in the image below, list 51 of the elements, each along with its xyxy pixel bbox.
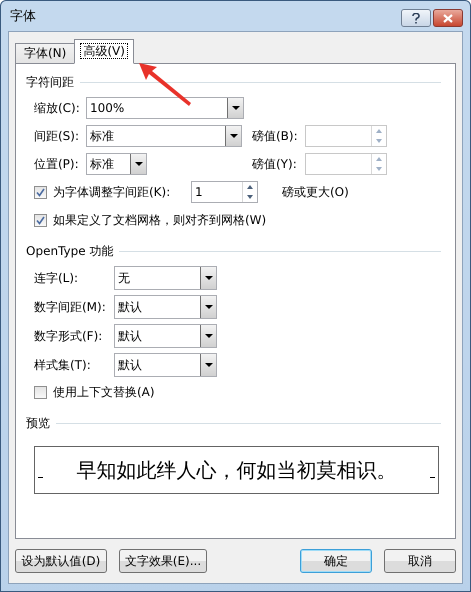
- dropdown[interactable]: 默认: [114, 353, 217, 377]
- section-title: OpenType 功能: [26, 243, 114, 260]
- dropdown-arrow-icon: [204, 305, 212, 309]
- dropdown[interactable]: 默认: [114, 324, 217, 348]
- arrow-drawing: [137, 61, 193, 107]
- dropdown-arrow-icon: [134, 162, 142, 166]
- checkbox[interactable]: [34, 186, 47, 198]
- dropdown[interactable]: 标准: [86, 153, 147, 175]
- section-title: 字符间距: [26, 74, 74, 91]
- field-label: 磅值(B):: [252, 128, 299, 144]
- number-spinner[interactable]: 1: [191, 181, 258, 203]
- field-label: 间距(S):: [34, 128, 80, 144]
- unit-label: 磅或更大(O): [282, 184, 349, 200]
- dropdown[interactable]: 无: [114, 266, 217, 290]
- checkbox-label: 如果定义了文档网格，则对齐到网格(W): [53, 212, 266, 229]
- field-label: 数字间距(M):: [34, 298, 107, 316]
- dialog-button[interactable]: 确定: [300, 549, 372, 573]
- close-button[interactable]: [433, 9, 463, 27]
- checkbox-label: 使用上下文替换(A): [53, 384, 155, 401]
- tab[interactable]: 高级(V): [74, 39, 134, 64]
- dropdown-arrow-icon: [230, 134, 238, 138]
- window-title: 字体: [9, 8, 36, 25]
- field-label: 位置(P):: [34, 156, 80, 172]
- field-label: 缩放(C):: [34, 100, 81, 116]
- tab[interactable]: 字体(N): [15, 43, 76, 64]
- field-label: 样式集(T):: [34, 356, 92, 374]
- field-label: 连字(L):: [34, 270, 80, 286]
- dropdown[interactable]: 100%: [86, 97, 244, 119]
- baseline-mark: [430, 476, 435, 478]
- checkbox[interactable]: [34, 386, 47, 399]
- close-icon: [443, 14, 453, 22]
- check-icon: [36, 216, 45, 225]
- baseline-mark: [38, 476, 43, 478]
- checkbox-label: 为字体调整字间距(K):: [53, 184, 172, 200]
- field-label: 磅值(Y):: [252, 156, 298, 172]
- dropdown[interactable]: 默认: [114, 295, 217, 319]
- dropdown-arrow-icon: [204, 276, 212, 280]
- check-icon: [36, 188, 45, 196]
- help-button[interactable]: [401, 9, 431, 27]
- question-icon: [412, 12, 420, 24]
- dropdown[interactable]: 标准: [86, 125, 242, 147]
- dialog-button[interactable]: 文字效果(E)...: [119, 549, 207, 573]
- dialog-button[interactable]: 设为默认值(D): [15, 549, 107, 573]
- checkbox[interactable]: [34, 214, 47, 227]
- dropdown-arrow-icon: [204, 363, 212, 367]
- dropdown-arrow-icon: [204, 334, 212, 338]
- dropdown-arrow-icon: [232, 106, 240, 110]
- dialog-button[interactable]: 取消: [384, 549, 456, 573]
- section-title: 预览: [26, 415, 50, 432]
- field-label: 数字形式(F):: [34, 328, 104, 344]
- preview-text: 早知如此绊人心，何如当初莫相识。: [76, 456, 396, 484]
